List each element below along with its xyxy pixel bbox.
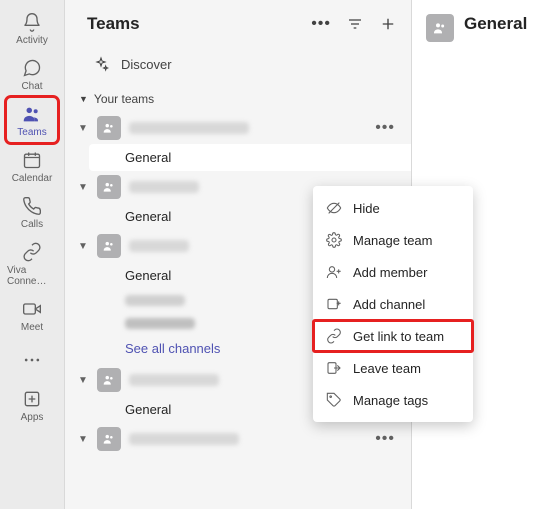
- menu-label: Manage tags: [353, 393, 428, 408]
- rail-meet[interactable]: Meet: [7, 293, 57, 337]
- chevron-down-icon: ▼: [77, 241, 89, 252]
- filter-icon[interactable]: [347, 16, 363, 32]
- link-icon: [325, 327, 343, 345]
- team-icon: [97, 427, 121, 451]
- team-row[interactable]: ▼ •••: [77, 423, 411, 455]
- channel-label: General: [125, 209, 171, 224]
- rail-viva[interactable]: Viva Conne…: [7, 236, 57, 291]
- viva-icon: [21, 241, 43, 263]
- rail-label: Meet: [21, 322, 43, 333]
- menu-manage-tags[interactable]: Manage tags: [313, 384, 473, 416]
- rail-teams[interactable]: Teams: [7, 98, 57, 142]
- apps-icon: [21, 388, 43, 410]
- teams-title: Teams: [87, 14, 140, 34]
- rail-label: Viva Conne…: [7, 265, 57, 287]
- team-row[interactable]: ▼ •••: [77, 112, 411, 144]
- video-icon: [21, 298, 43, 320]
- teams-panel: Teams ••• Discover ▼ Your teams: [65, 0, 412, 509]
- menu-label: Leave team: [353, 361, 421, 376]
- rail-label: Calls: [21, 219, 43, 230]
- chat-icon: [21, 57, 43, 79]
- menu-label: Add channel: [353, 297, 425, 312]
- team-name-redacted: [129, 122, 249, 134]
- channel-label: General: [125, 268, 171, 283]
- rail-chat[interactable]: Chat: [7, 52, 57, 96]
- channel-name-redacted: [125, 318, 195, 329]
- plus-icon[interactable]: [379, 15, 397, 33]
- calendar-icon: [21, 149, 43, 171]
- rail-label: Activity: [16, 35, 48, 46]
- menu-get-link[interactable]: Get link to team: [313, 320, 473, 352]
- bell-icon: [21, 11, 43, 33]
- people-icon: [21, 103, 43, 125]
- more-icon: [21, 349, 43, 371]
- hide-icon: [325, 199, 343, 217]
- team-more-button[interactable]: •••: [375, 119, 401, 137]
- menu-label: Add member: [353, 265, 427, 280]
- rail-activity[interactable]: Activity: [7, 6, 57, 50]
- rail-apps[interactable]: Apps: [7, 383, 57, 427]
- menu-add-member[interactable]: Add member: [313, 256, 473, 288]
- content-title: General: [464, 14, 527, 34]
- more-icon[interactable]: •••: [311, 15, 331, 33]
- menu-label: Hide: [353, 201, 380, 216]
- team-name-redacted: [129, 374, 219, 386]
- team-icon: [97, 175, 121, 199]
- rail-calendar[interactable]: Calendar: [7, 144, 57, 188]
- team-more-button[interactable]: •••: [375, 430, 401, 448]
- chevron-down-icon: ▼: [79, 94, 88, 104]
- rail-label: Apps: [21, 412, 44, 423]
- menu-label: Manage team: [353, 233, 433, 248]
- menu-leave-team[interactable]: Leave team: [313, 352, 473, 384]
- rail-more[interactable]: [7, 339, 57, 381]
- discover-label: Discover: [121, 57, 172, 72]
- team-name-redacted: [129, 240, 189, 252]
- channel-label: General: [125, 150, 171, 165]
- channel-general[interactable]: General: [89, 144, 411, 171]
- rail-label: Teams: [17, 127, 46, 138]
- team-icon: [97, 234, 121, 258]
- chevron-down-icon: ▼: [77, 375, 89, 386]
- rail-label: Chat: [21, 81, 42, 92]
- team-name-redacted: [129, 181, 199, 193]
- leave-icon: [325, 359, 343, 377]
- rail-label: Calendar: [12, 173, 53, 184]
- channel-name-redacted: [125, 295, 185, 306]
- gear-icon: [325, 231, 343, 249]
- rail-calls[interactable]: Calls: [7, 190, 57, 234]
- your-teams-header[interactable]: ▼ Your teams: [65, 88, 411, 112]
- team-icon: [97, 368, 121, 392]
- tag-icon: [325, 391, 343, 409]
- team-icon: [97, 116, 121, 140]
- menu-add-channel[interactable]: Add channel: [313, 288, 473, 320]
- app-rail: Activity Chat Teams Calendar Calls: [0, 0, 65, 509]
- menu-hide[interactable]: Hide: [313, 192, 473, 224]
- sparkle-icon: [93, 56, 109, 72]
- menu-label: Get link to team: [353, 329, 444, 344]
- chevron-down-icon: ▼: [77, 182, 89, 193]
- menu-manage-team[interactable]: Manage team: [313, 224, 473, 256]
- chevron-down-icon: ▼: [77, 123, 89, 134]
- add-member-icon: [325, 263, 343, 281]
- chevron-down-icon: ▼: [77, 434, 89, 445]
- phone-icon: [21, 195, 43, 217]
- discover-button[interactable]: Discover: [65, 46, 411, 88]
- team-icon: [426, 14, 454, 42]
- add-channel-icon: [325, 295, 343, 313]
- section-label: Your teams: [94, 92, 154, 106]
- channel-label: General: [125, 402, 171, 417]
- team-context-menu: Hide Manage team Add member Add channel: [313, 186, 473, 422]
- team-name-redacted: [129, 433, 239, 445]
